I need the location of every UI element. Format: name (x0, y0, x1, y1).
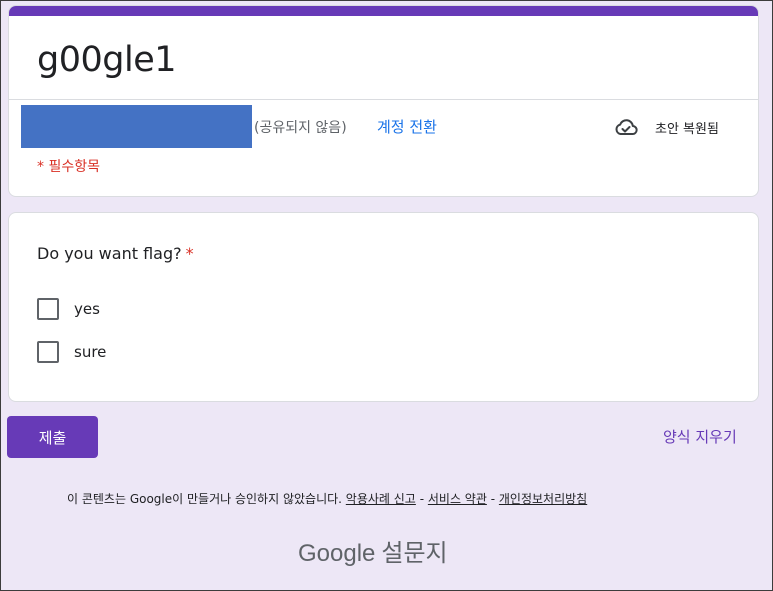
google-forms-logo[interactable]: Google 설문지 (298, 533, 448, 568)
not-shared-label: (공유되지 않음) (254, 120, 347, 136)
option-label: sure (74, 343, 107, 361)
logo-forms-text: 설문지 (381, 540, 448, 567)
option-yes[interactable]: yes (37, 296, 100, 322)
footer-separator: - (419, 492, 425, 506)
question-card: Do you want flag? * yes sure (8, 212, 759, 402)
submit-button[interactable]: 제출 (7, 416, 98, 458)
checkbox-sure[interactable] (37, 341, 59, 363)
draft-restored-status: 초안 복원됨 (655, 122, 719, 137)
question-title: Do you want flag? * (37, 244, 194, 263)
report-abuse-link[interactable]: 악용사례 신고 (346, 492, 416, 506)
required-star: * (185, 244, 194, 263)
form-title: g00gle1 (37, 40, 177, 80)
footer-separator: - (490, 492, 496, 506)
question-text: Do you want flag? (37, 244, 182, 263)
redacted-email (21, 105, 252, 148)
cloud-check-icon (615, 119, 638, 135)
footer-disclaimer: 이 콘텐츠는 Google이 만들거나 승인하지 않았습니다. 악용사례 신고 … (67, 490, 587, 507)
privacy-link[interactable]: 개인정보처리방침 (499, 492, 587, 506)
clear-form-link[interactable]: 양식 지우기 (663, 426, 737, 447)
header-accent-bar (9, 6, 758, 16)
required-note: * 필수항목 (37, 159, 100, 175)
header-divider (9, 99, 758, 100)
checkbox-yes[interactable] (37, 298, 59, 320)
terms-link[interactable]: 서비스 약관 (428, 492, 487, 506)
option-sure[interactable]: sure (37, 339, 106, 365)
form-header-card: g00gle1 (공유되지 않음) 계정 전환 초안 복원됨 * 필수항목 (8, 5, 759, 197)
switch-account-link[interactable]: 계정 전환 (377, 116, 437, 137)
logo-google-text: Google (298, 540, 376, 567)
disclaimer-text: 이 콘텐츠는 Google이 만들거나 승인하지 않았습니다. (67, 492, 342, 506)
option-label: yes (74, 300, 100, 318)
